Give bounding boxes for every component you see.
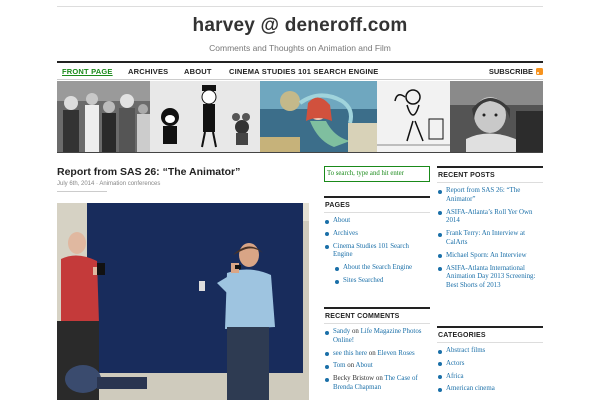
bullet-icon bbox=[325, 245, 329, 250]
recent-post-label: Frank Terry: An Interview at CalArts bbox=[446, 230, 525, 246]
comment-author[interactable]: Sandy bbox=[333, 328, 350, 335]
banner-girl-photo bbox=[450, 81, 543, 152]
bullet-icon bbox=[325, 352, 329, 357]
bullet-icon bbox=[438, 375, 442, 380]
page-link-label: Cinema Studies 101 Search Engine bbox=[333, 242, 409, 259]
comment-author[interactable]: Tom bbox=[333, 362, 346, 369]
nav-about[interactable]: ABOUT bbox=[184, 67, 212, 76]
pages-widget-title: PAGES bbox=[324, 196, 430, 213]
recent-post-link[interactable]: Report from SAS 26: “The Animator” bbox=[437, 187, 543, 205]
header-banner bbox=[57, 81, 543, 153]
comment-item: Sandy on Life Magazine Photos Online! bbox=[324, 328, 430, 346]
recent-posts-widget: RECENT POSTS Report from SAS 26: “The An… bbox=[437, 166, 543, 295]
bullet-icon bbox=[438, 211, 442, 216]
page-link-sites-searched[interactable]: Sites Searched bbox=[334, 277, 430, 286]
banner-cartoon-characters bbox=[150, 81, 260, 152]
banner-crowd-photo bbox=[57, 81, 150, 152]
bullet-icon bbox=[438, 387, 442, 392]
bullet-icon bbox=[325, 377, 329, 382]
page-link-archives[interactable]: Archives bbox=[324, 230, 430, 239]
top-rule bbox=[57, 6, 543, 7]
comment-on: on bbox=[351, 328, 359, 335]
bullet-icon bbox=[438, 349, 442, 354]
bullet-icon bbox=[438, 362, 442, 367]
nav-archives[interactable]: ARCHIVES bbox=[128, 67, 168, 76]
comment-post-link[interactable]: About bbox=[356, 362, 373, 369]
post-title[interactable]: Report from SAS 26: “The Animator” bbox=[57, 166, 240, 178]
recent-post-label: ASIFA-Atlanta International Animation Da… bbox=[446, 264, 536, 290]
bullet-icon bbox=[325, 364, 329, 369]
category-link[interactable]: Actors bbox=[437, 360, 543, 369]
nav-cinema-studies[interactable]: CINEMA STUDIES 101 SEARCH ENGINE bbox=[229, 67, 378, 76]
category-label: Africa bbox=[446, 372, 464, 380]
search-placeholder: To search, type and hit enter bbox=[327, 170, 404, 177]
recent-post-link[interactable]: ASIFA-Atlanta’s Roll Yer Own 2014 bbox=[437, 209, 543, 227]
category-link[interactable]: Abstract films bbox=[437, 347, 543, 356]
post-photo bbox=[57, 203, 309, 400]
bullet-icon bbox=[438, 267, 442, 272]
bullet-icon bbox=[438, 232, 442, 237]
categories-title: CATEGORIES bbox=[437, 326, 543, 343]
recent-post-link[interactable]: Michael Sporn: An Interview bbox=[437, 252, 543, 261]
comment-on: on bbox=[368, 349, 376, 357]
main-nav: FRONT PAGE ARCHIVES ABOUT CINEMA STUDIES… bbox=[57, 61, 543, 80]
recent-posts-title: RECENT POSTS bbox=[437, 166, 543, 183]
site-tagline: Comments and Thoughts on Animation and F… bbox=[209, 43, 391, 53]
comment-item: Tom on About bbox=[324, 362, 430, 371]
comment-on: on bbox=[347, 362, 355, 370]
recent-post-link[interactable]: Frank Terry: An Interview at CalArts bbox=[437, 230, 543, 248]
categories-widget: CATEGORIES Abstract films Actors Africa … bbox=[437, 326, 543, 398]
nav-front-page[interactable]: FRONT PAGE bbox=[62, 67, 113, 76]
subscribe-link[interactable]: SUBSCRIBE bbox=[489, 67, 543, 76]
banner-mermaid-color bbox=[260, 81, 377, 152]
bullet-icon bbox=[438, 189, 442, 194]
search-input[interactable]: To search, type and hit enter bbox=[324, 166, 430, 182]
post-meta: July 6th, 2014 · Animation conferences bbox=[57, 181, 161, 187]
recent-post-label: Report from SAS 26: “The Animator” bbox=[446, 187, 521, 203]
bullet-icon bbox=[325, 330, 329, 335]
page-link-cinema-studies[interactable]: Cinema Studies 101 Search Engine bbox=[324, 243, 430, 261]
page-link-label: About the Search Engine bbox=[343, 264, 413, 272]
category-label: American cinema bbox=[446, 385, 495, 393]
page-link-about[interactable]: About bbox=[324, 217, 430, 226]
pages-widget: PAGES About Archives Cinema Studies 101 … bbox=[324, 196, 430, 290]
category-label: Abstract films bbox=[446, 347, 486, 354]
page-link-label: Archives bbox=[333, 229, 358, 237]
category-link[interactable]: American cinema bbox=[437, 385, 543, 394]
recent-comments-title: RECENT COMMENTS bbox=[324, 307, 430, 324]
comment-author[interactable]: see this here bbox=[333, 350, 367, 357]
subscribe-label: SUBSCRIBE bbox=[488, 67, 533, 76]
post-meta-divider bbox=[57, 191, 107, 192]
comment-on: on bbox=[375, 375, 383, 383]
page-link-about-search-engine[interactable]: About the Search Engine bbox=[334, 264, 430, 273]
category-label: Actors bbox=[446, 359, 465, 367]
comment-item: see this here on Eleven Roses bbox=[324, 350, 430, 359]
banner-cartoon-sketch bbox=[377, 81, 450, 152]
comment-author: Becky Bristow bbox=[333, 375, 375, 383]
bullet-icon bbox=[335, 279, 339, 284]
recent-post-label: Michael Sporn: An Interview bbox=[446, 251, 527, 259]
comment-post-link[interactable]: Eleven Roses bbox=[377, 350, 414, 357]
bullet-icon bbox=[438, 254, 442, 259]
comment-item: Becky Bristow on The Case of Brenda Chap… bbox=[324, 375, 430, 393]
recent-post-label: ASIFA-Atlanta’s Roll Yer Own 2014 bbox=[446, 208, 533, 225]
site-title[interactable]: harvey @ deneroff.com bbox=[0, 15, 600, 37]
recent-post-link[interactable]: ASIFA-Atlanta International Animation Da… bbox=[437, 265, 543, 291]
rss-icon bbox=[536, 68, 543, 75]
page-link-label: About bbox=[333, 217, 351, 224]
recent-comments-widget: RECENT COMMENTS Sandy on Life Magazine P… bbox=[324, 307, 430, 397]
bullet-icon bbox=[325, 232, 329, 237]
page-link-label: Sites Searched bbox=[343, 276, 384, 284]
category-link[interactable]: Africa bbox=[437, 373, 543, 382]
bullet-icon bbox=[325, 219, 329, 224]
bullet-icon bbox=[335, 266, 339, 271]
